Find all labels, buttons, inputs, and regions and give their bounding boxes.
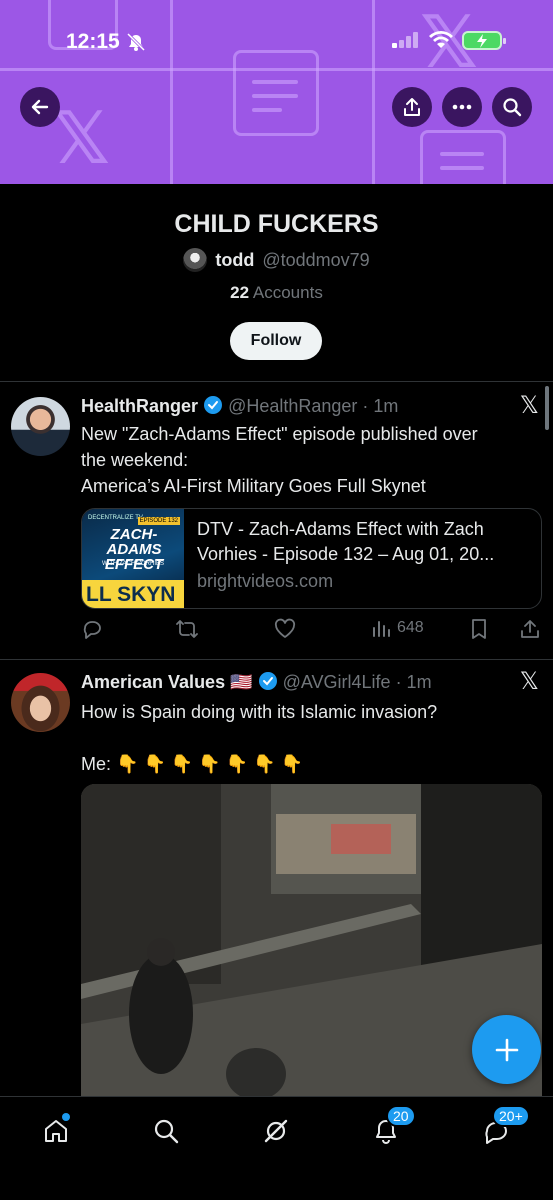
list-title: CHILD FUCKERS bbox=[174, 210, 379, 238]
like-button[interactable] bbox=[273, 618, 297, 640]
link-card[interactable]: DECENTRALIZE TV EPISODE 132 ZACH-ADAMS E… bbox=[81, 508, 542, 609]
back-button[interactable] bbox=[20, 87, 60, 127]
owner-avatar[interactable] bbox=[183, 248, 208, 272]
link-card-title: DTV - Zach-Adams Effect with Zach Vorhie… bbox=[197, 519, 495, 564]
tweet-actions: 648 bbox=[81, 618, 543, 644]
tweet-author-name[interactable]: HealthRanger bbox=[81, 396, 198, 416]
accounts-label: Accounts bbox=[252, 283, 323, 302]
accounts-number: 22 bbox=[230, 283, 250, 302]
tweet-header: American Values 🇺🇸 @AVGirl4Life · 1m bbox=[81, 671, 432, 693]
link-card-domain: brightvideos.com bbox=[197, 571, 334, 591]
bottom-tab-bar: 20 20+ bbox=[0, 1096, 553, 1200]
retweet-button[interactable] bbox=[175, 618, 199, 640]
x-logo-icon: 𝕏 bbox=[519, 667, 539, 695]
banner-decoration bbox=[420, 130, 506, 184]
compose-button[interactable] bbox=[472, 1015, 541, 1084]
tweet-text-line: Me: 👇 👇 👇 👇 👇 👇 👇 bbox=[81, 751, 541, 777]
share-icon bbox=[521, 620, 539, 638]
thumb-banner: LL SKYN bbox=[82, 580, 184, 608]
more-button[interactable] bbox=[442, 87, 482, 127]
list-owner[interactable]: todd @toddmov79 bbox=[0, 248, 553, 272]
share-icon bbox=[404, 98, 420, 116]
more-icon bbox=[452, 104, 472, 110]
reply-icon bbox=[83, 621, 101, 639]
views-count: 648 bbox=[397, 619, 424, 636]
banner-decoration bbox=[233, 50, 319, 136]
tab-notifications[interactable]: 20 bbox=[366, 1105, 416, 1151]
retweet-icon bbox=[176, 620, 198, 638]
flag-emoji: 🇺🇸 bbox=[230, 672, 253, 692]
thumb-brand: DECENTRALIZE TV bbox=[88, 515, 143, 521]
battery-icon bbox=[462, 31, 506, 50]
cellular-signal-icon bbox=[392, 32, 420, 48]
share-tweet-button[interactable] bbox=[519, 618, 541, 640]
arrow-left-icon bbox=[31, 99, 49, 115]
wifi-icon bbox=[428, 30, 454, 55]
bookmark-button[interactable] bbox=[469, 618, 489, 640]
tweet-text-me: Me: bbox=[81, 754, 112, 774]
status-time: 12:15 bbox=[66, 30, 120, 53]
grok-icon bbox=[264, 1119, 288, 1143]
share-button[interactable] bbox=[392, 87, 432, 127]
tweet-author-name[interactable]: American Values bbox=[81, 672, 225, 692]
search-icon bbox=[503, 98, 522, 117]
reply-button[interactable] bbox=[81, 618, 103, 640]
tweet-timestamp[interactable]: · 1m bbox=[396, 672, 432, 692]
verified-badge-icon bbox=[258, 672, 277, 690]
home-unread-dot bbox=[62, 1113, 70, 1121]
tweet-text: How is Spain doing with its Islamic inva… bbox=[81, 699, 541, 777]
tweet[interactable]: American Values 🇺🇸 @AVGirl4Life · 1m 𝕏 H… bbox=[0, 659, 553, 1096]
views-icon bbox=[373, 621, 390, 637]
accounts-count[interactable]: 22 Accounts bbox=[0, 283, 553, 303]
tweet-timestamp[interactable]: · 1m bbox=[362, 396, 398, 416]
tweet-avatar[interactable] bbox=[11, 673, 70, 732]
notifications-badge: 20 bbox=[386, 1105, 416, 1127]
tweet-avatar[interactable] bbox=[11, 397, 70, 456]
tab-grok[interactable] bbox=[256, 1111, 296, 1151]
messages-badge: 20+ bbox=[492, 1105, 530, 1127]
tweet-text-line: the weekend: bbox=[81, 450, 189, 470]
heart-icon bbox=[274, 618, 296, 638]
verified-badge-icon bbox=[204, 396, 223, 414]
tab-explore[interactable] bbox=[146, 1111, 186, 1151]
follow-button[interactable]: Follow bbox=[230, 322, 322, 360]
status-bar: 12:15 bbox=[0, 26, 553, 56]
tweet-author-handle[interactable]: @AVGirl4Life bbox=[283, 672, 391, 692]
thumb-subtitle: WITH ZACH VORHIES bbox=[101, 561, 164, 567]
link-card-thumbnail: DECENTRALIZE TV EPISODE 132 ZACH-ADAMS E… bbox=[82, 509, 184, 608]
search-button[interactable] bbox=[492, 87, 532, 127]
plus-icon bbox=[495, 1038, 518, 1061]
tweet-header: HealthRanger @HealthRanger · 1m bbox=[81, 395, 398, 417]
bookmark-icon bbox=[472, 619, 486, 639]
silent-mode-icon bbox=[126, 32, 146, 56]
tab-home[interactable] bbox=[36, 1111, 76, 1151]
tweet[interactable]: HealthRanger @HealthRanger · 1m 𝕏 New "Z… bbox=[0, 381, 553, 659]
views-button[interactable]: 648 bbox=[371, 618, 424, 638]
thumb-episode: EPISODE 132 bbox=[137, 517, 180, 525]
pointing-down-emoji-row: 👇 👇 👇 👇 👇 👇 👇 bbox=[116, 754, 303, 774]
x-logo-icon: 𝕏 bbox=[519, 391, 539, 419]
tweet-text-line: America’s AI-First Military Goes Full Sk… bbox=[81, 476, 426, 496]
tweet-text-line: How is Spain doing with its Islamic inva… bbox=[81, 702, 438, 722]
tweet-author-handle[interactable]: @HealthRanger bbox=[228, 396, 357, 416]
tweet-text-line: New "Zach-Adams Effect" episode publishe… bbox=[81, 424, 478, 444]
tab-messages[interactable]: 20+ bbox=[476, 1105, 530, 1151]
tweet-text: New "Zach-Adams Effect" episode publishe… bbox=[81, 421, 541, 499]
search-icon bbox=[154, 1119, 179, 1144]
x-logo-watermark: 𝕏 bbox=[52, 96, 111, 180]
owner-handle[interactable]: @toddmov79 bbox=[262, 250, 369, 271]
owner-name[interactable]: todd bbox=[215, 250, 254, 271]
home-icon bbox=[45, 1120, 67, 1142]
